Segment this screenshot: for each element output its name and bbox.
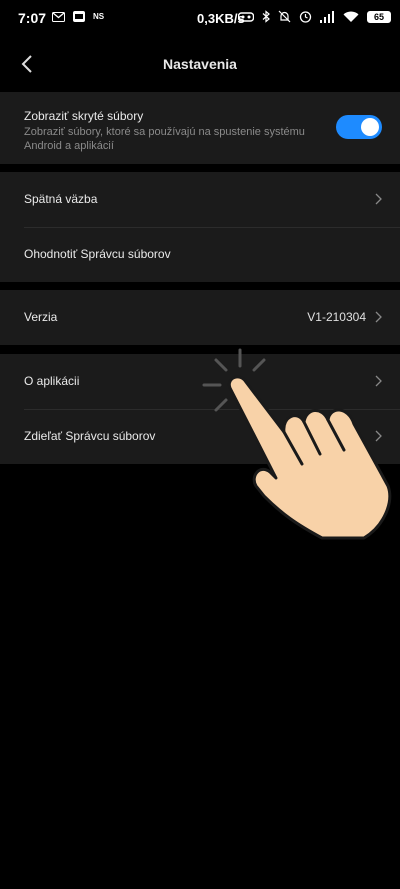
about-label: O aplikácii <box>24 374 80 388</box>
version-value: V1-210304 <box>307 310 366 324</box>
feedback-card: Spätná väzba Ohodnotiť Správcu súborov <box>0 172 400 282</box>
app-header: Nastavenia <box>0 42 400 86</box>
tap-hand-icon <box>202 348 392 540</box>
alarm-icon <box>299 11 312 23</box>
signal-icon <box>320 10 334 23</box>
status-right-icons: 65 <box>238 10 391 23</box>
hidden-files-card: Zobraziť skryté súbory Zobraziť súbory, … <box>0 92 400 164</box>
share-label: Zdieľať Správcu súborov <box>24 429 156 443</box>
status-bar: 7:07 NS 0,3KB/s 65 <box>0 0 400 36</box>
wifi-icon <box>343 11 359 22</box>
mute-bell-icon <box>278 10 291 23</box>
version-label: Verzia <box>24 310 58 324</box>
hidden-files-toggle[interactable] <box>336 115 382 139</box>
status-time: 7:07 <box>18 10 47 26</box>
status-left-icons: NS <box>52 11 104 22</box>
gmail-icon <box>52 11 65 22</box>
bluetooth-icon <box>262 10 270 23</box>
feedback-row[interactable]: Spätná väzba <box>0 172 400 227</box>
ns-icon: NS <box>93 12 105 21</box>
battery-icon: 65 <box>367 10 391 23</box>
feedback-label: Spätná väzba <box>24 192 98 206</box>
version-row[interactable]: Verzia V1-210304 <box>0 290 400 345</box>
version-card: Verzia V1-210304 <box>0 290 400 345</box>
chevron-right-icon <box>375 193 382 205</box>
hidden-files-subtitle: Zobraziť súbory, ktoré sa používajú na s… <box>24 126 305 152</box>
rate-label: Ohodnotiť Správcu súborov <box>24 247 171 261</box>
page-title: Nastavenia <box>163 56 237 72</box>
chevron-right-icon <box>375 311 382 323</box>
toggle-knob <box>361 118 379 136</box>
app-notification-icon <box>73 11 85 22</box>
vr-headset-icon <box>238 11 254 22</box>
hidden-files-title: Zobraziť skryté súbory <box>24 109 144 123</box>
rate-row[interactable]: Ohodnotiť Správcu súborov <box>0 227 400 282</box>
